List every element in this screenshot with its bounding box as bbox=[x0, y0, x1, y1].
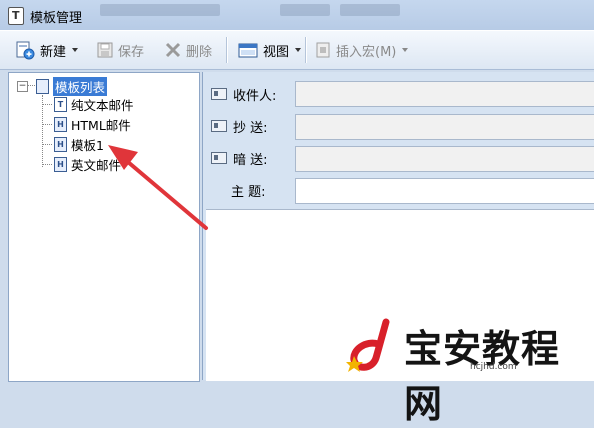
watermark-text: 宝安教程网 bbox=[404, 326, 561, 426]
watermark-logo-icon bbox=[346, 318, 390, 372]
watermark-subtext: hcjhd.com bbox=[470, 362, 517, 372]
